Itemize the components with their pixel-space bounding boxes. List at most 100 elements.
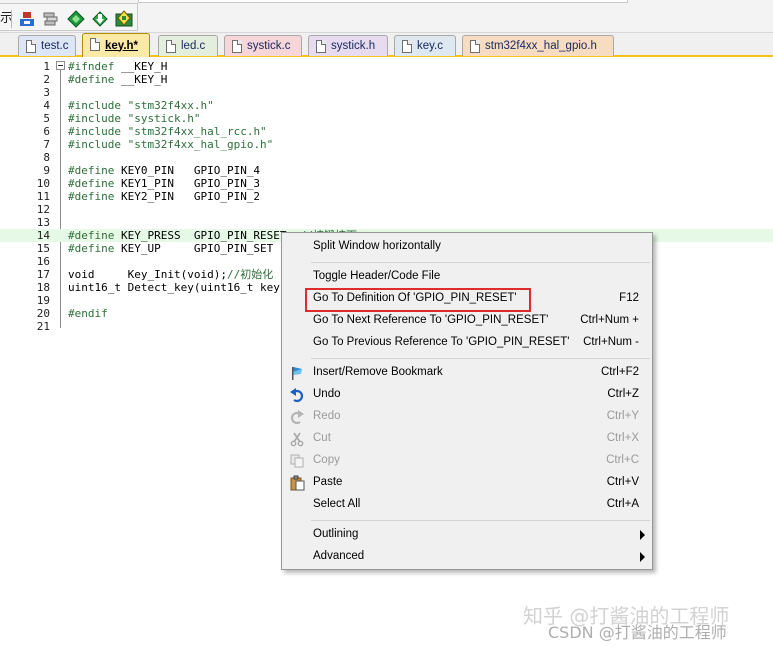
menu-item-label: Outlining	[313, 528, 359, 540]
code-token: #include	[68, 99, 128, 112]
code-token: KEY0_PIN GPIO_PIN_4	[120, 164, 261, 177]
line-number: 18	[36, 281, 50, 294]
code-token: #define	[68, 177, 121, 190]
code-line[interactable]: 1 #ifndef __KEY_H	[0, 60, 773, 73]
menu-item-label: Redo	[313, 410, 341, 422]
tab-label: key.c	[417, 40, 443, 52]
menu-item-go-to-next-reference-to-gpio-pin-reset[interactable]: Go To Next Reference To 'GPIO_PIN_RESET'…	[282, 310, 652, 332]
paste-icon	[289, 475, 305, 491]
menu-item-insert-remove-bookmark[interactable]: Insert/Remove Bookmark Ctrl+F2	[282, 362, 652, 384]
tab-stm32f4xx-hal-gpio-h[interactable]: stm32f4xx_hal_gpio.h	[462, 35, 614, 56]
line-number: 17	[36, 268, 50, 281]
toolbar: 示	[0, 0, 773, 33]
code-line[interactable]: 3	[0, 86, 773, 99]
file-icon	[90, 38, 100, 51]
code-token: KEY1_PIN GPIO_PIN_3	[120, 177, 261, 190]
line-number: 21	[36, 320, 50, 333]
menu-item-label: Go To Previous Reference To 'GPIO_PIN_RE…	[313, 336, 570, 348]
line-number: 8	[43, 151, 50, 164]
download-icon[interactable]	[91, 10, 109, 28]
tab-label: stm32f4xx_hal_gpio.h	[485, 40, 597, 52]
target-icon[interactable]	[115, 10, 133, 28]
code-text: #define KEY0_PIN GPIO_PIN_4	[68, 164, 260, 177]
code-line[interactable]: 7 #include "stm32f4xx_hal_gpio.h"	[0, 138, 773, 151]
menu-item-toggle-header-code-file[interactable]: Toggle Header/Code File	[282, 266, 652, 288]
submenu-arrow-icon	[640, 552, 645, 562]
debug-icon[interactable]	[18, 10, 36, 28]
file-icon	[166, 40, 176, 53]
code-line[interactable]: 8	[0, 151, 773, 164]
line-number: 9	[43, 164, 50, 177]
menu-item-paste[interactable]: Paste Ctrl+V	[282, 472, 652, 494]
code-token: "systick.h"	[127, 112, 201, 125]
code-token: #define	[68, 242, 121, 255]
code-token: void Key_Init(void);	[68, 268, 227, 281]
line-number: 4	[43, 99, 50, 112]
menu-item-label: Toggle Header/Code File	[313, 270, 441, 282]
menu-item-outlining[interactable]: Outlining	[282, 524, 652, 546]
scissors-icon	[289, 431, 305, 447]
tab-test-c[interactable]: test.c	[18, 35, 76, 56]
menu-item-shortcut: Ctrl+X	[606, 432, 639, 444]
watermark-csdn: CSDN @打酱油的工程师	[548, 623, 727, 642]
editor-tab-bar: test.c key.h* led.c systick.c systick.h …	[0, 33, 773, 57]
code-line[interactable]: 9 #define KEY0_PIN GPIO_PIN_4	[0, 164, 773, 177]
menu-item-shortcut: Ctrl+Num +	[580, 314, 639, 326]
tab-label: test.c	[41, 40, 69, 52]
menu-item-label: Select All	[313, 498, 361, 510]
menu-item-shortcut: Ctrl+V	[606, 476, 639, 488]
tab-key-h[interactable]: key.h*	[82, 33, 150, 57]
code-line[interactable]: 4 #include "stm32f4xx.h"	[0, 99, 773, 112]
target-selector-field[interactable]	[138, 0, 628, 3]
menu-item-advanced[interactable]: Advanced	[282, 546, 652, 568]
menu-item-go-to-previous-reference-to-gpio-pin-reset[interactable]: Go To Previous Reference To 'GPIO_PIN_RE…	[282, 332, 652, 354]
code-text: #include "stm32f4xx_hal_rcc.h"	[68, 125, 267, 138]
code-line[interactable]: 10 #define KEY1_PIN GPIO_PIN_3	[0, 177, 773, 190]
menu-item-undo[interactable]: Undo Ctrl+Z	[282, 384, 652, 406]
menu-item-shortcut: Ctrl+Y	[606, 410, 639, 422]
line-number: 1	[43, 60, 50, 73]
menu-item-label: Advanced	[313, 550, 365, 562]
menu-item-shortcut: Ctrl+Z	[607, 388, 639, 400]
code-token: #endif	[68, 307, 108, 320]
code-text: void Key_Init(void);//初始化	[68, 268, 273, 281]
tab-systick-c[interactable]: systick.c	[224, 35, 302, 56]
code-token: //初始化	[226, 268, 274, 281]
line-number: 11	[36, 190, 50, 203]
menu-item-label: Undo	[313, 388, 341, 400]
line-number: 12	[36, 203, 50, 216]
submenu-arrow-icon	[640, 530, 645, 540]
tab-label: led.c	[181, 40, 206, 52]
tab-led-c[interactable]: led.c	[158, 35, 218, 56]
code-line[interactable]: 13	[0, 216, 773, 229]
menu-item-split-window-horizontally[interactable]: Split Window horizontally	[282, 236, 652, 258]
code-line[interactable]: 5 #include "systick.h"	[0, 112, 773, 125]
code-token: KEY_UP GPIO_PIN_SET	[120, 242, 274, 255]
code-text: uint16_t Detect_key(uint16_t key	[68, 281, 280, 294]
menu-item-cut: Cut Ctrl+X	[282, 428, 652, 450]
tab-key-c[interactable]: key.c	[394, 35, 456, 56]
code-line[interactable]: 6 #include "stm32f4xx_hal_rcc.h"	[0, 125, 773, 138]
code-token: #include	[68, 125, 128, 138]
menu-item-shortcut: Ctrl+A	[606, 498, 639, 510]
tab-systick-h[interactable]: systick.h	[308, 35, 388, 56]
code-text: #include "stm32f4xx.h"	[68, 99, 214, 112]
green-diamond-icon[interactable]	[67, 10, 85, 28]
menu-item-redo: Redo Ctrl+Y	[282, 406, 652, 428]
code-line[interactable]: 2 #define __KEY_H	[0, 73, 773, 86]
file-icon	[26, 40, 36, 53]
annotation-red-box	[305, 288, 531, 312]
code-token: #include	[68, 138, 128, 151]
menu-item-shortcut: Ctrl+F2	[600, 366, 639, 378]
menu-item-shortcut: Ctrl+Num -	[583, 336, 639, 348]
code-token: "stm32f4xx_hal_gpio.h"	[127, 138, 274, 151]
line-number: 20	[36, 307, 50, 320]
code-line[interactable]: 12	[0, 203, 773, 216]
context-menu: Split Window horizontally Toggle Header/C…	[281, 232, 653, 570]
menu-separator	[311, 520, 650, 521]
tab-label: systick.c	[247, 40, 291, 52]
menu-item-select-all[interactable]: Select All Ctrl+A	[282, 494, 652, 516]
code-line[interactable]: 11 #define KEY2_PIN GPIO_PIN_2	[0, 190, 773, 203]
code-text: #define __KEY_H	[68, 73, 167, 86]
stack-icon[interactable]	[42, 10, 60, 28]
